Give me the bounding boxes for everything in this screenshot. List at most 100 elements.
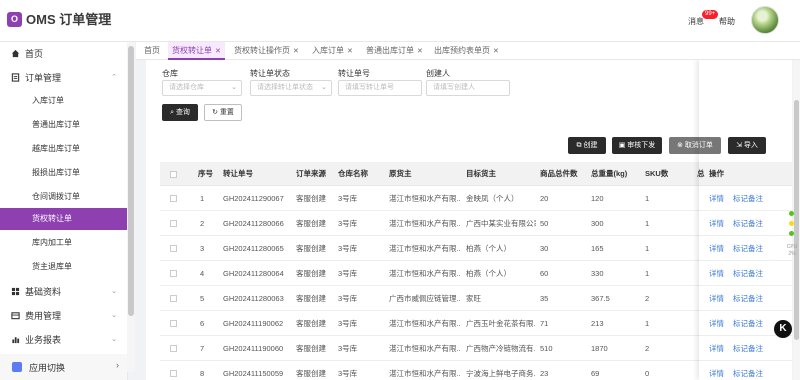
sidebar-scrollbar[interactable]	[127, 42, 135, 372]
cell-target-owner: 家旺	[466, 294, 481, 303]
cell-total-weight: 367.5	[591, 294, 610, 303]
sidebar-subitem-processing-order[interactable]: 库内加工单	[0, 232, 127, 254]
app-switch[interactable]: 应用切换 ›	[0, 354, 127, 380]
cell-total-qty: 20	[540, 194, 549, 203]
reset-button[interactable]: ↻ 重置	[204, 104, 242, 121]
approve-button-label: 审核下发	[627, 142, 656, 149]
search-button-label: 查询	[175, 109, 190, 116]
approve-dispatch-button[interactable]: ▣ 审核下发	[612, 137, 662, 154]
cell-sku-count: 0	[645, 369, 650, 378]
table-row: 4 GH202411280064 客服创建 3号库 湛江市恒和水产有限... 柏…	[160, 261, 792, 286]
top-bar: O OMS 订单管理 消息 99+ 帮助	[0, 0, 800, 42]
cell-sku-count: 1	[645, 319, 650, 328]
status-select[interactable]: 请选择转让单状态 ⌄	[250, 80, 332, 96]
lock-icon: ▣	[618, 142, 628, 149]
sidebar-item-business-reports[interactable]: 业务报表 ⌄	[0, 328, 127, 352]
tab-outbound-appointment[interactable]: 出库预约表单页 ✕	[430, 42, 503, 60]
close-icon[interactable]: ✕	[417, 48, 423, 55]
cell-target-owner: 金映凤（个人）	[466, 194, 519, 203]
tab-normal-outbound[interactable]: 普通出库订单 ✕	[362, 42, 427, 60]
sidebar-subitem-damage-outbound[interactable]: 报损出库订单	[0, 162, 127, 184]
tab-home[interactable]: 首页	[140, 42, 164, 60]
cell-index: 8	[200, 369, 205, 378]
cell-target-owner: 柏燕（个人）	[466, 244, 511, 253]
row-checkbox[interactable]	[170, 345, 177, 352]
sidebar-item-master-data[interactable]: 基础资料 ⌄	[0, 280, 127, 304]
order-no-label: 转让单号	[338, 69, 370, 78]
close-icon[interactable]: ✕	[293, 48, 299, 55]
cell-original-owner: 湛江市恒和水产有限...	[389, 194, 461, 203]
close-icon[interactable]: ✕	[493, 48, 499, 55]
tab-ownership-transfer-operation[interactable]: 货权转让操作页 ✕	[230, 42, 303, 60]
sidebar-item-home[interactable]: 首页	[0, 42, 127, 66]
tab-inbound-order[interactable]: 入库订单 ✕	[308, 42, 357, 60]
col-header-total-weight: 总重量(kg)	[591, 169, 628, 178]
create-button[interactable]: ⧉ 创建	[568, 137, 606, 154]
cell-source: 客服创建	[296, 269, 326, 278]
cell-original-owner: 湛江市恒和水产有限...	[389, 344, 461, 353]
row-checkbox[interactable]	[170, 245, 177, 252]
creator-input[interactable]: 请填写创建人	[426, 80, 510, 96]
select-all-checkbox[interactable]	[170, 171, 177, 178]
status-placeholder: 请选择转让单状态	[257, 84, 313, 91]
sidebar-subitem-normal-outbound[interactable]: 普通出库订单	[0, 114, 127, 136]
row-checkbox[interactable]	[170, 195, 177, 202]
cell-order-no: GH202411280063	[223, 294, 284, 303]
col-header-warehouse: 仓库名称	[338, 169, 368, 178]
row-checkbox[interactable]	[170, 295, 177, 302]
sidebar-subitem-ownership-transfer[interactable]: 货权转让单	[0, 208, 127, 230]
status-dot	[789, 221, 794, 226]
sidebar-subitem-label: 普通出库订单	[32, 120, 80, 129]
cell-total-qty: 30	[540, 244, 549, 253]
cell-warehouse: 3号库	[338, 369, 358, 378]
order-no-input[interactable]: 请填写转让单号	[338, 80, 422, 96]
chevron-up-icon: ⌃	[111, 74, 117, 81]
search-button[interactable]: ⌕ 查询	[162, 104, 198, 121]
row-checkbox[interactable]	[170, 370, 177, 377]
tab-bar: 首页 货权转让单 ✕ 货权转让操作页 ✕ 入库订单 ✕ 普通出库订单 ✕ 出库预约表单页…	[136, 42, 800, 60]
app-title: OMS 订单管理	[26, 12, 112, 27]
sidebar-item-label: 首页	[25, 49, 44, 59]
col-header-index: 序号	[198, 169, 213, 178]
sidebar-subitem-label: 越库出库订单	[32, 144, 80, 153]
row-checkbox[interactable]	[170, 320, 177, 327]
cell-index: 3	[200, 244, 205, 253]
status-dot	[789, 211, 794, 216]
sidebar-subitem-crossdock-outbound[interactable]: 越库出库订单	[0, 138, 127, 160]
app-switch-label: 应用切换	[29, 363, 66, 373]
row-checkbox[interactable]	[170, 220, 177, 227]
cell-index: 2	[200, 219, 205, 228]
cell-sku-count: 2	[645, 294, 650, 303]
cell-original-owner: 湛江市恒和水产有限...	[389, 369, 461, 378]
tab-label: 出库预约表单页	[434, 46, 490, 55]
warehouse-placeholder: 请选择仓库	[169, 84, 204, 91]
app-logo: O	[7, 12, 22, 27]
sidebar-item-order-management[interactable]: 订单管理 ⌃	[0, 66, 127, 90]
creator-label: 创建人	[426, 69, 450, 78]
cell-index: 6	[200, 319, 205, 328]
sidebar-item-fee-management[interactable]: 费用管理 ⌄	[0, 304, 127, 328]
tab-ownership-transfer[interactable]: 货权转让单 ✕	[168, 42, 225, 60]
tab-label: 普通出库订单	[366, 46, 414, 55]
sidebar-subitem-inbound-order[interactable]: 入库订单	[0, 90, 127, 112]
help-link[interactable]: 帮助	[719, 16, 735, 27]
cell-total-weight: 1870	[591, 344, 608, 353]
fixed-actions-column	[699, 60, 773, 380]
table-row: 6 GH202411190062 客服创建 3号库 湛江市恒和水产有限... 广…	[160, 311, 792, 336]
chevron-down-icon: ⌄	[321, 84, 327, 91]
warehouse-select[interactable]: 请选择仓库 ⌄	[162, 80, 242, 96]
floating-k-button[interactable]: K	[774, 320, 792, 338]
cpu-label: CPU	[786, 244, 798, 250]
close-icon[interactable]: ✕	[215, 48, 221, 55]
close-icon[interactable]: ✕	[347, 48, 353, 55]
user-avatar[interactable]	[751, 6, 779, 34]
sidebar-subitem-transfer-order[interactable]: 仓间调拨订单	[0, 186, 127, 208]
sidebar-subitem-owner-return[interactable]: 货主退库单	[0, 256, 127, 278]
order-no-placeholder: 请填写转让单号	[345, 84, 394, 91]
row-checkbox[interactable]	[170, 270, 177, 277]
cell-total-weight: 213	[591, 319, 604, 328]
cell-original-owner: 湛江市恒和水产有限...	[389, 269, 461, 278]
sidebar-item-label: 业务报表	[25, 335, 62, 345]
cell-index: 1	[200, 194, 205, 203]
messages-link[interactable]: 消息	[688, 16, 704, 27]
